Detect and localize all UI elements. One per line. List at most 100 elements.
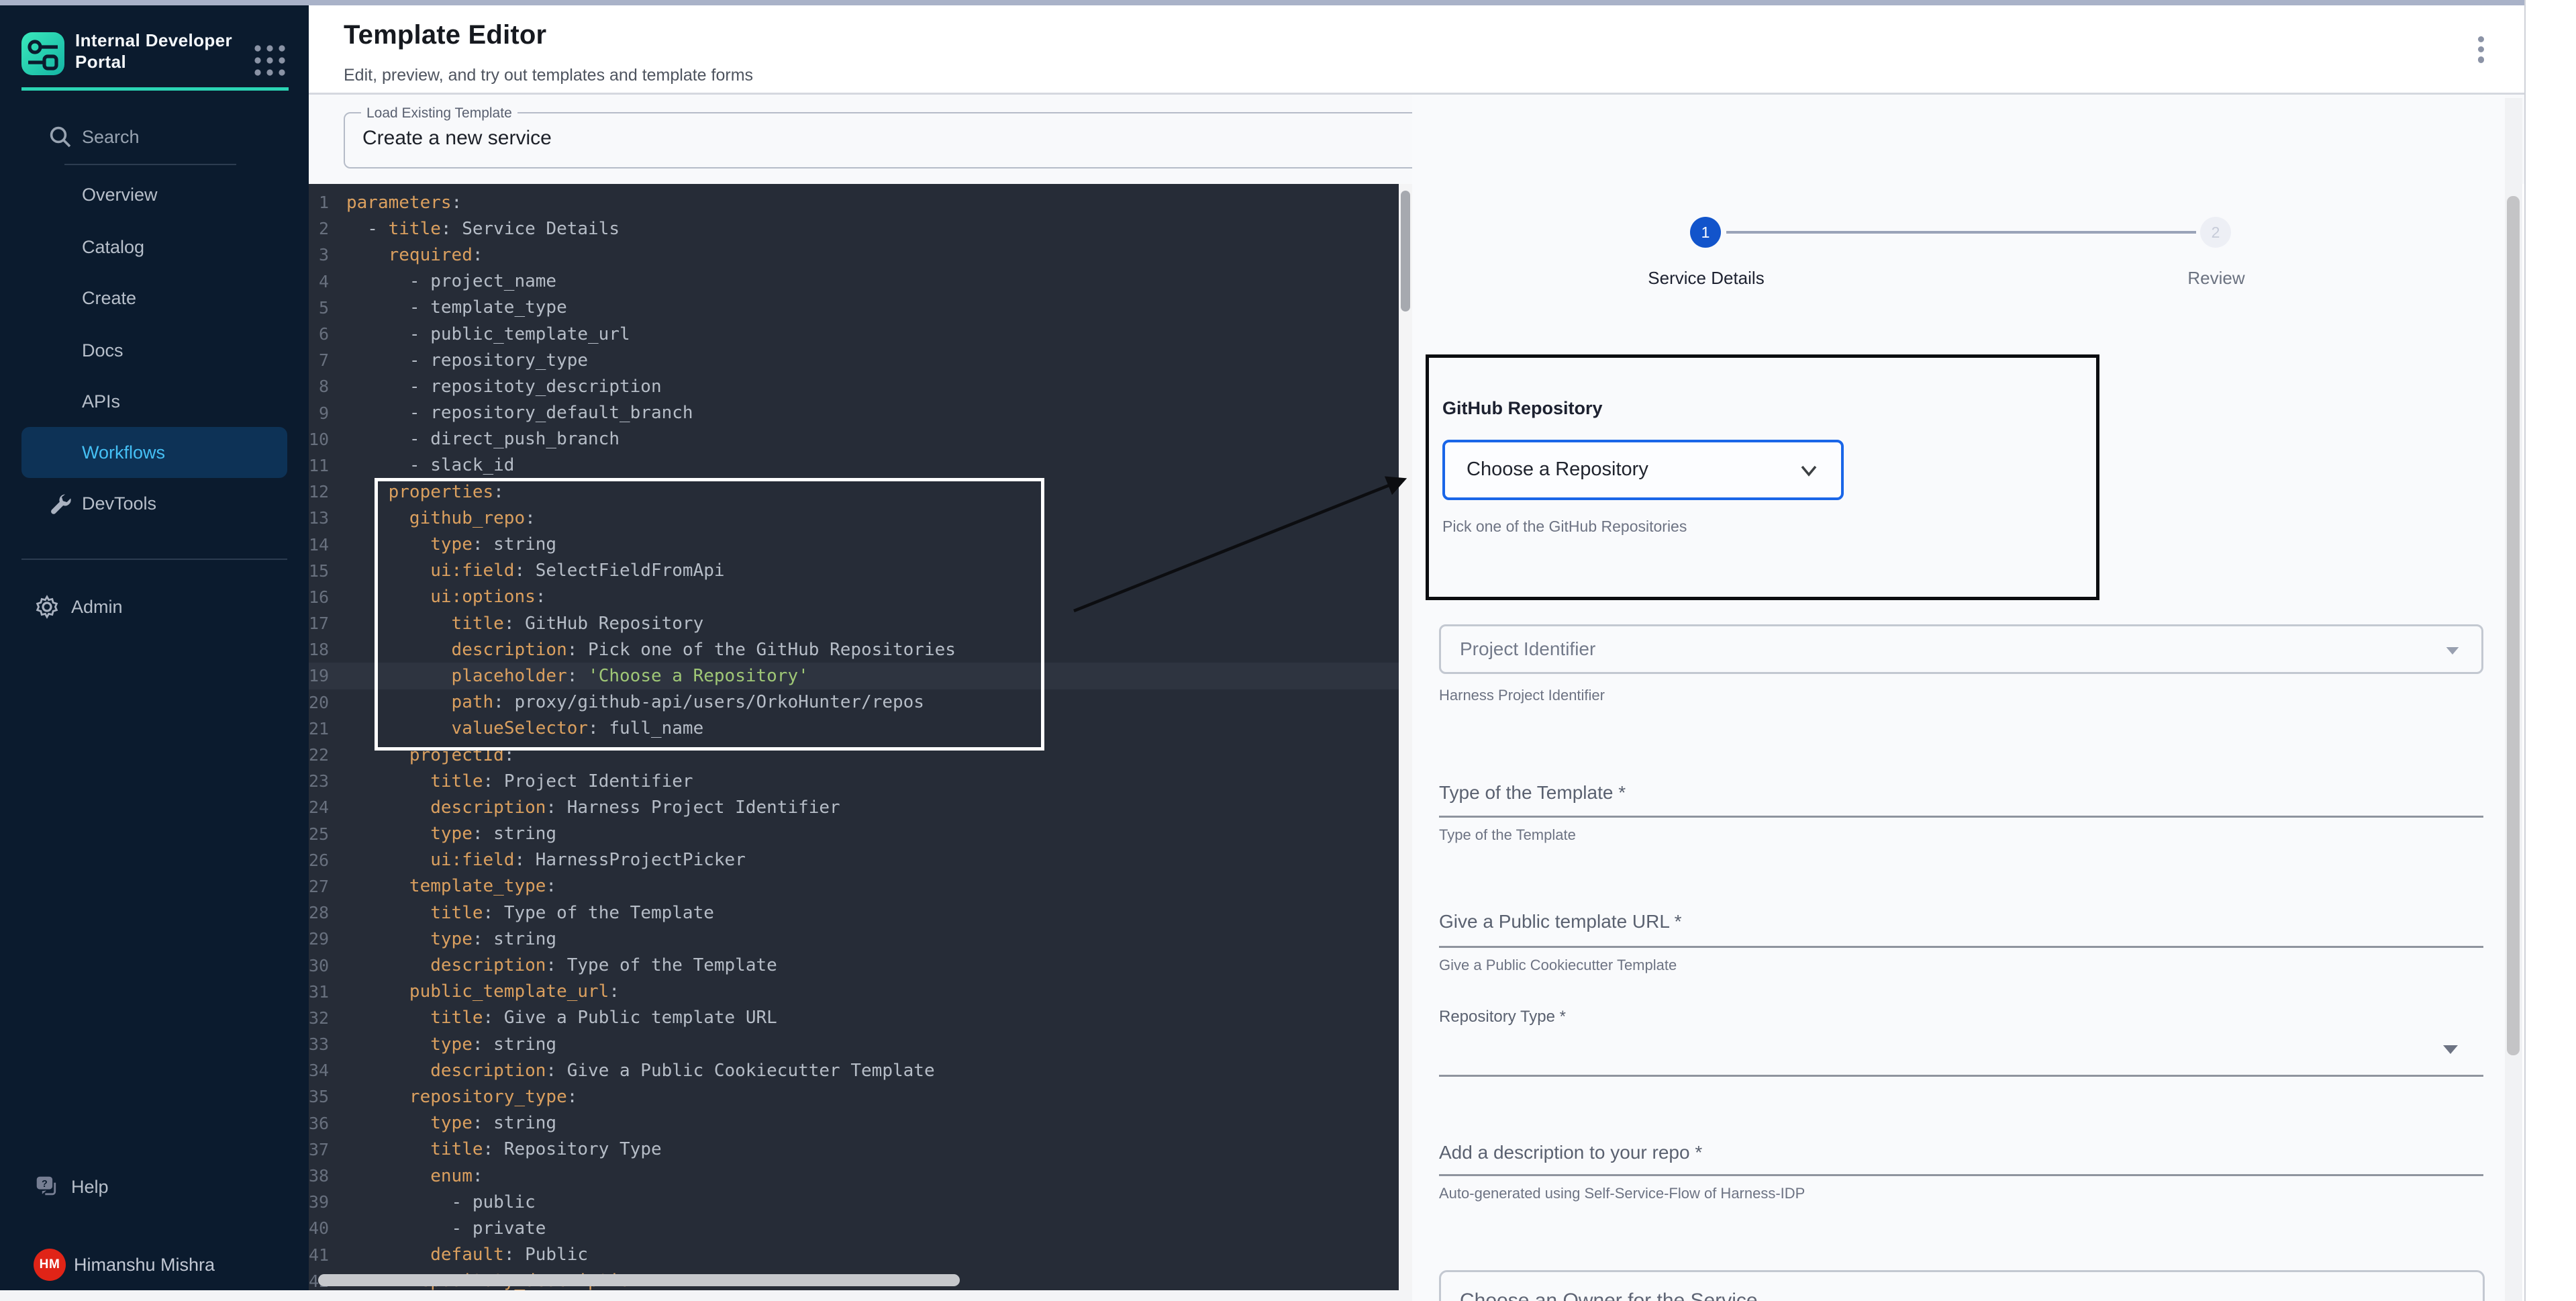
- sidebar-item-docs[interactable]: Docs: [21, 332, 287, 369]
- editor-vertical-scrollbar-thumb[interactable]: [1401, 191, 1410, 311]
- code-line[interactable]: 35 repository_type:: [309, 1083, 1399, 1110]
- owner-select[interactable]: Choose an Owner for the Service: [1439, 1270, 2485, 1301]
- sidebar-item-workflows[interactable]: Workflows: [21, 427, 287, 478]
- repo-description-input[interactable]: [1439, 1174, 2483, 1176]
- code-line-text: description: Harness Project Identifier: [346, 798, 840, 818]
- code-line[interactable]: 4 - project_name: [309, 269, 1399, 295]
- sidebar-item-label: Help: [71, 1168, 109, 1206]
- code-line[interactable]: 12 properties:: [309, 479, 1399, 505]
- load-template-label: Load Existing Template: [361, 105, 517, 122]
- repository-type-field-label: Repository Type *: [1439, 1008, 1566, 1026]
- line-number: 22: [309, 745, 346, 765]
- code-line[interactable]: 29 type: string: [309, 926, 1399, 952]
- editor-horizontal-scrollbar[interactable]: [309, 1273, 1399, 1288]
- line-number: 35: [309, 1087, 346, 1106]
- code-line[interactable]: 27 template_type:: [309, 873, 1399, 900]
- code-line[interactable]: 16 ui:options:: [309, 584, 1399, 610]
- code-line[interactable]: 17 title: GitHub Repository: [309, 610, 1399, 636]
- code-line[interactable]: 19 placeholder: 'Choose a Repository': [309, 663, 1399, 689]
- code-line[interactable]: 7 - repository_type: [309, 347, 1399, 373]
- code-line[interactable]: 6 - public_template_url: [309, 321, 1399, 347]
- code-line[interactable]: 37 title: Repository Type: [309, 1137, 1399, 1163]
- stepper-step-1[interactable]: 1: [1690, 217, 1721, 248]
- stepper-connector: [1726, 231, 2196, 234]
- apps-grid-icon[interactable]: [252, 43, 287, 78]
- line-number: 14: [309, 535, 346, 555]
- code-line[interactable]: 31 public_template_url:: [309, 979, 1399, 1005]
- line-number: 23: [309, 771, 346, 791]
- yaml-code-editor[interactable]: 1parameters:2 - title: Service Details3 …: [309, 184, 1399, 1290]
- code-line[interactable]: 5 - template_type: [309, 295, 1399, 321]
- code-line[interactable]: 39 - public: [309, 1189, 1399, 1215]
- code-line[interactable]: 32 title: Give a Public template URL: [309, 1005, 1399, 1031]
- template-type-input[interactable]: [1439, 816, 2483, 818]
- line-number: 34: [309, 1061, 346, 1080]
- code-line[interactable]: 41 default: Public: [309, 1242, 1399, 1268]
- code-line[interactable]: 11 - slack_id: [309, 452, 1399, 479]
- code-line[interactable]: 26 ui:field: HarnessProjectPicker: [309, 847, 1399, 873]
- github-repository-annotated-box: GitHub Repository Choose a Repository Pi…: [1426, 354, 2099, 600]
- code-line-text: type: string: [346, 929, 556, 949]
- sidebar-user[interactable]: HM Himanshu Mishra: [21, 1245, 287, 1285]
- code-line[interactable]: 20 path: proxy/github-api/users/OrkoHunt…: [309, 689, 1399, 716]
- github-repository-select[interactable]: Choose a Repository: [1442, 440, 1844, 500]
- code-line[interactable]: 18 description: Pick one of the GitHub R…: [309, 636, 1399, 663]
- app-logo[interactable]: [21, 32, 64, 75]
- page-scrollbar-thumb[interactable]: [2507, 196, 2520, 1055]
- code-line[interactable]: 3 required:: [309, 242, 1399, 268]
- code-line[interactable]: 9 - repository_default_branch: [309, 400, 1399, 426]
- code-line-text: title: Give a Public template URL: [346, 1008, 777, 1028]
- sidebar-search[interactable]: Search: [21, 118, 287, 156]
- code-line[interactable]: 24 description: Harness Project Identifi…: [309, 794, 1399, 820]
- project-identifier-select[interactable]: Project Identifier: [1439, 624, 2483, 674]
- code-line-text: type: string: [346, 534, 556, 555]
- code-line[interactable]: 28 title: Type of the Template: [309, 900, 1399, 926]
- sidebar-item-devtools[interactable]: DevTools: [21, 485, 287, 522]
- code-line[interactable]: 21 valueSelector: full_name: [309, 716, 1399, 742]
- code-line[interactable]: 14 type: string: [309, 531, 1399, 557]
- line-number: 2: [309, 219, 346, 238]
- code-line[interactable]: 1parameters:: [309, 189, 1399, 215]
- code-line-text: path: proxy/github-api/users/OrkoHunter/…: [346, 692, 924, 712]
- code-line[interactable]: 30 description: Type of the Template: [309, 952, 1399, 978]
- public-template-url-input[interactable]: [1439, 946, 2483, 948]
- line-number: 27: [309, 877, 346, 896]
- code-line[interactable]: 10 - direct_push_branch: [309, 426, 1399, 452]
- sidebar-item-create[interactable]: Create: [21, 279, 287, 317]
- code-line[interactable]: 2 - title: Service Details: [309, 215, 1399, 242]
- more-options-icon[interactable]: [2474, 36, 2487, 66]
- stepper-step-2[interactable]: 2: [2200, 217, 2231, 248]
- code-line-text: - title: Service Details: [346, 219, 620, 239]
- code-line[interactable]: 36 type: string: [309, 1110, 1399, 1137]
- editor-horizontal-scrollbar-thumb[interactable]: [318, 1274, 960, 1286]
- sidebar-item-overview[interactable]: Overview: [21, 176, 287, 213]
- code-line[interactable]: 13 github_repo:: [309, 505, 1399, 531]
- sidebar-item-help[interactable]: ? Help: [21, 1168, 287, 1206]
- template-type-field-label: Type of the Template *: [1439, 782, 1626, 804]
- page-subtitle: Edit, preview, and try out templates and…: [344, 66, 753, 85]
- code-line[interactable]: 22 projectId:: [309, 742, 1399, 768]
- code-line[interactable]: 15 ui:field: SelectFieldFromApi: [309, 558, 1399, 584]
- sidebar-item-catalog[interactable]: Catalog: [21, 228, 287, 266]
- repository-type-select[interactable]: [1439, 1075, 2483, 1077]
- sidebar-item-admin[interactable]: Admin: [21, 588, 287, 626]
- stepper-label-review: Review: [2109, 268, 2324, 289]
- owner-placeholder: Choose an Owner for the Service: [1460, 1290, 1758, 1301]
- editor-vertical-scrollbar[interactable]: [1399, 184, 1412, 1290]
- code-line[interactable]: 40 - private: [309, 1215, 1399, 1241]
- sidebar-item-apis[interactable]: APIs: [21, 383, 287, 420]
- code-line[interactable]: 34 description: Give a Public Cookiecutt…: [309, 1057, 1399, 1083]
- code-line[interactable]: 23 title: Project Identifier: [309, 768, 1399, 794]
- code-line[interactable]: 25 type: string: [309, 821, 1399, 847]
- code-line-text: - public: [346, 1192, 536, 1212]
- code-line[interactable]: 8 - repositoty_description: [309, 373, 1399, 399]
- line-number: 19: [309, 666, 346, 685]
- project-identifier-helper: Harness Project Identifier: [1439, 687, 1605, 704]
- dropdown-arrow-icon: [2446, 647, 2459, 655]
- gear-icon: [35, 595, 59, 619]
- code-line[interactable]: 38 enum:: [309, 1163, 1399, 1189]
- template-type-helper: Type of the Template: [1439, 826, 1576, 844]
- code-line-text: default: Public: [346, 1245, 588, 1265]
- line-number: 17: [309, 614, 346, 633]
- code-line[interactable]: 33 type: string: [309, 1031, 1399, 1057]
